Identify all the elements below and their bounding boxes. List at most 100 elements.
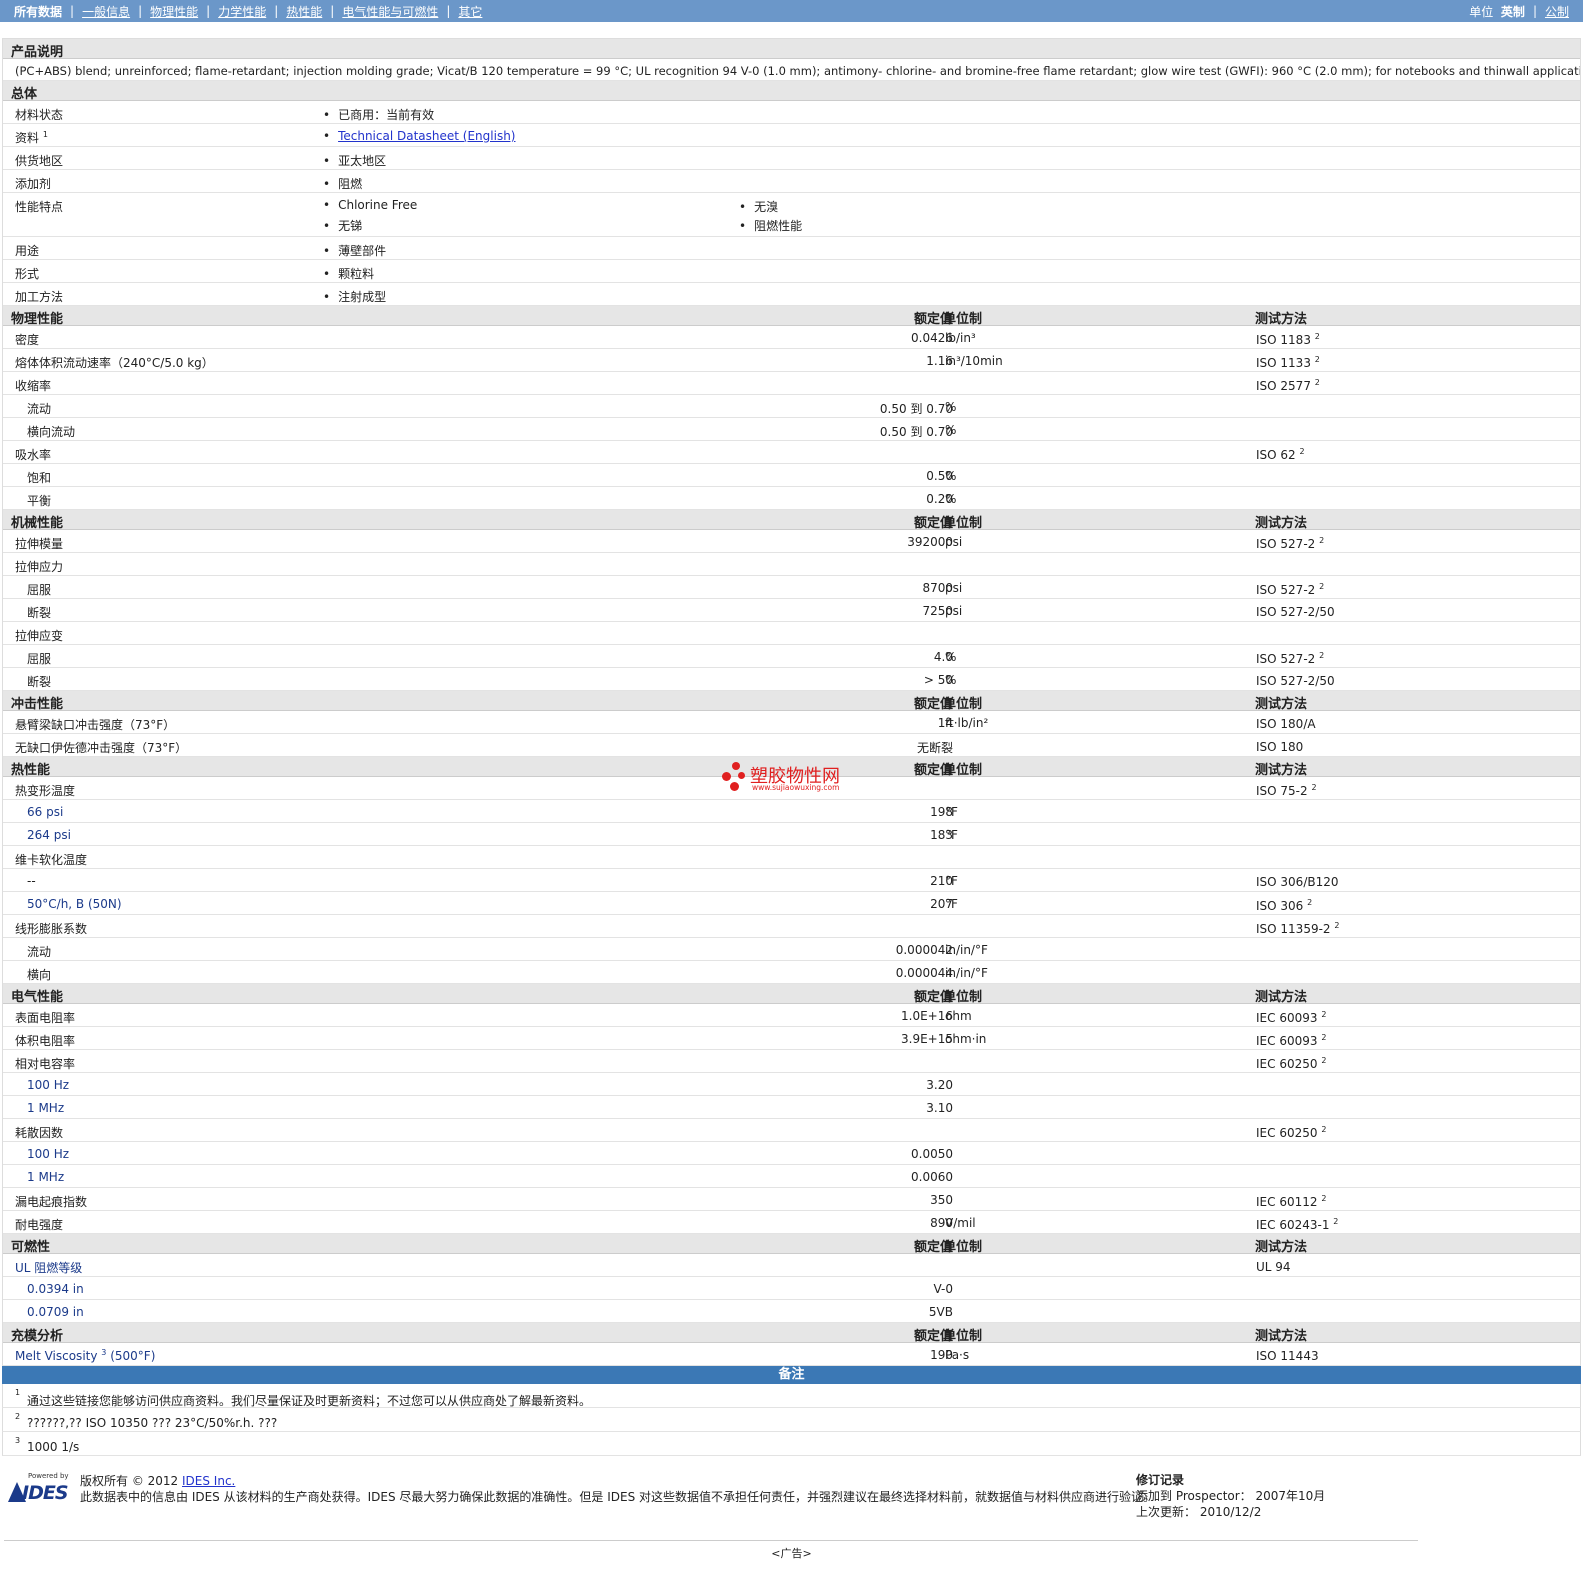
row-unit: % bbox=[945, 492, 957, 506]
section-electrical: 电气性能 额定值 单位制 测试方法 bbox=[3, 984, 1580, 1005]
row-stress-break: 断裂 7250 psi ISO 527-2/50 bbox=[3, 599, 1580, 622]
feature-item: 阻燃性能 bbox=[739, 217, 802, 234]
col-method-header: 测试方法 bbox=[1255, 697, 1308, 712]
row-method: ISO 306/B120 bbox=[1256, 875, 1339, 889]
row-method: ISO 180 bbox=[1256, 740, 1304, 754]
method-text: IEC 60093 bbox=[1256, 1034, 1318, 1048]
row-label: 耗散因数 bbox=[15, 1126, 64, 1140]
row-label: 供货地区 bbox=[15, 154, 64, 168]
row-label: 用途 bbox=[15, 244, 40, 258]
logo-powered-by: Powered by bbox=[28, 1472, 69, 1480]
spacer bbox=[2, 22, 1581, 39]
section-title: 电气性能 bbox=[11, 990, 64, 1005]
row-value: 0.50 到 0.70 bbox=[879, 425, 953, 439]
row-unit: psi bbox=[945, 535, 963, 549]
section-product: 产品说明 bbox=[3, 39, 1580, 60]
note-item: 1 通过这些链接您能够访问供应商资料。我们尽量保证及时更新资料；不过您可以从供应… bbox=[2, 1384, 1581, 1408]
row-method: ISO 11443 bbox=[1256, 1349, 1319, 1363]
col-method-header: 测试方法 bbox=[1255, 990, 1308, 1005]
method-text: ISO 2577 bbox=[1256, 379, 1311, 393]
row-label: 拉伸应力 bbox=[15, 560, 64, 574]
row-label: 100 Hz bbox=[27, 1147, 70, 1161]
row-label: 材料状态 bbox=[15, 108, 64, 122]
method-text: ISO 527-2 bbox=[1256, 537, 1316, 551]
nav-physical[interactable]: 物理性能 bbox=[150, 3, 198, 20]
method-text: IEC 60250 bbox=[1256, 1057, 1318, 1071]
col-unit-header: 单位制 bbox=[943, 697, 983, 712]
footnote-ref: 1 bbox=[42, 130, 48, 139]
col-unit-header: 单位制 bbox=[943, 763, 983, 778]
row-shrinkage: 收缩率 ISO 2577 2 bbox=[3, 372, 1580, 395]
row-value: 薄壁部件 bbox=[323, 242, 386, 259]
unit-english[interactable]: 英制 bbox=[1501, 3, 1525, 20]
row-permit-100: 100 Hz 3.20 bbox=[3, 1073, 1580, 1096]
row-label: 资料 1 bbox=[15, 129, 48, 146]
unit-metric[interactable]: 公制 bbox=[1545, 3, 1569, 20]
row-value: 350 bbox=[930, 1193, 953, 1207]
row-strain-break: 断裂 > 50% ISO 527-2/50 bbox=[3, 668, 1580, 691]
row-label: 0.0709 in bbox=[27, 1305, 84, 1319]
datasheet: 产品说明 (PC+ABS) blend; unreinforced; flame… bbox=[2, 39, 1581, 1366]
row-clte: 线形膨胀系数 ISO 11359-2 2 bbox=[3, 915, 1580, 938]
row-unit: % bbox=[945, 423, 957, 437]
row-unit: % bbox=[945, 469, 957, 483]
footnote-ref: 2 bbox=[1307, 898, 1313, 907]
row-unit: % bbox=[945, 400, 957, 414]
unit-label: 单位 bbox=[1469, 4, 1494, 19]
nav-electrical[interactable]: 电气性能与可燃性 bbox=[342, 3, 438, 20]
feature-item: Chlorine Free bbox=[323, 198, 417, 212]
nav-all-data[interactable]: 所有数据 bbox=[14, 3, 62, 20]
section-title: 充模分析 bbox=[11, 1329, 64, 1344]
row-value: 阻燃 bbox=[323, 175, 362, 192]
row-value: 3.20 bbox=[926, 1078, 953, 1092]
nav-thermal[interactable]: 热性能 bbox=[286, 3, 322, 20]
row-clte-flow: 流动 0.000042 in/in/°F bbox=[3, 938, 1580, 961]
note-body: 通过这些链接您能够访问供应商资料。我们尽量保证及时更新资料；不过您可以从供应商处… bbox=[27, 1394, 592, 1408]
footnote-ref: 2 bbox=[1334, 921, 1340, 930]
method-text: IEC 60250 bbox=[1256, 1126, 1318, 1140]
technical-datasheet-link[interactable]: Technical Datasheet (English) bbox=[338, 129, 515, 143]
datasheet-bullet: Technical Datasheet (English) bbox=[323, 129, 515, 143]
top-nav-bar: 所有数据 | 一般信息 | 物理性能 | 力学性能 | 热性能 | 电气性能与可燃性 | 其… bbox=[0, 0, 1583, 22]
note-number: 2 bbox=[15, 1412, 21, 1421]
nav-general-info[interactable]: 一般信息 bbox=[82, 3, 130, 20]
row-shrink-flow: 流动 0.50 到 0.70% bbox=[3, 395, 1580, 418]
row-clte-trans: 横向 0.000044 in/in/°F bbox=[3, 961, 1580, 984]
ides-logo: Powered by IDES bbox=[8, 1472, 72, 1510]
row-label: 添加剂 bbox=[15, 177, 52, 191]
row-strain-yield: 屈服 4.0% ISO 527-2 2 bbox=[3, 645, 1580, 668]
label-text: Melt Viscosity bbox=[15, 1349, 98, 1363]
row-label: 断裂 bbox=[27, 606, 52, 620]
ad-label: <广告> bbox=[771, 1547, 812, 1560]
row-process: 加工方法 注射成型 bbox=[3, 283, 1580, 306]
row-label: 相对电容率 bbox=[15, 1057, 76, 1071]
row-value: 亚太地区 bbox=[323, 152, 386, 169]
col-unit-header: 单位制 bbox=[943, 1240, 983, 1255]
row-value: 无断裂 bbox=[916, 741, 953, 755]
row-unit: % bbox=[945, 650, 957, 664]
row-label: UL 阻燃等级 bbox=[15, 1261, 83, 1275]
method-text: IEC 60243-1 bbox=[1256, 1218, 1330, 1232]
company-link[interactable]: IDES Inc. bbox=[182, 1474, 235, 1488]
row-unit: psi bbox=[945, 581, 963, 595]
footnote-ref: 3 bbox=[101, 1348, 107, 1357]
footnote-ref: 2 bbox=[1314, 378, 1320, 387]
row-label: 熔体体积流动速率（240°C/5.0 kg） bbox=[15, 356, 214, 370]
nav-other[interactable]: 其它 bbox=[458, 3, 482, 20]
row-unit: V/mil bbox=[945, 1216, 976, 1230]
row-status: 材料状态 已商用：当前有效 bbox=[3, 101, 1580, 124]
nav-mechanical[interactable]: 力学性能 bbox=[218, 3, 266, 20]
section-title: 冲击性能 bbox=[11, 697, 64, 712]
row-value: 颗粒料 bbox=[323, 265, 374, 282]
footnote-ref: 2 bbox=[1321, 1125, 1327, 1134]
row-label: 形式 bbox=[15, 267, 40, 281]
row-docs: 资料 1 Technical Datasheet (English) bbox=[3, 124, 1580, 147]
row-method: IEC 60250 2 bbox=[1256, 1125, 1326, 1140]
row-label: 横向流动 bbox=[27, 425, 76, 439]
row-mvr: 熔体体积流动速率（240°C/5.0 kg） 1.16 in³/10min ISO 1… bbox=[3, 349, 1580, 372]
row-method: ISO 1183 2 bbox=[1256, 332, 1320, 347]
section-title: 产品说明 bbox=[11, 45, 64, 60]
note-text: 2 ??????,?? ISO 10350 ??? 23°C/50%r.h. ?… bbox=[15, 1412, 277, 1430]
footnote-ref: 2 bbox=[1321, 1194, 1327, 1203]
row-label: -- bbox=[27, 874, 36, 888]
